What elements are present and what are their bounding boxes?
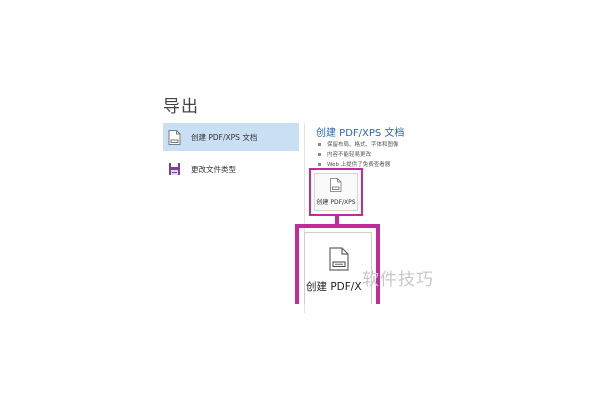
menu-item-label: 创建 PDF/XPS 文档 <box>191 132 258 142</box>
button-label: 创建 PDF/XPS <box>316 199 356 206</box>
watermark-text: 软件技巧 <box>362 270 434 290</box>
menu-item-label: 更改文件类型 <box>191 164 236 174</box>
zoomed-button-label: 创建 PDF/X <box>306 281 362 293</box>
pdf-document-icon <box>329 247 349 271</box>
change-file-type-icon <box>168 162 181 177</box>
pdf-document-icon <box>330 178 342 192</box>
bullet-icon <box>318 152 321 156</box>
page-title: 导出 <box>163 97 199 117</box>
bullet-icon <box>318 162 321 166</box>
highlight-box: 创建 PDF/XPS <box>309 168 363 216</box>
export-options-list: 创建 PDF/XPS 文档 更改文件类型 <box>163 123 299 183</box>
list-item: 保留布局、格式、字体和图像 <box>318 139 399 149</box>
feature-list: 保留布局、格式、字体和图像 内容不能轻易更改 Web 上提供了免费查看器 <box>318 139 399 169</box>
create-pdf-xps-button[interactable]: 创建 PDF/XPS <box>314 173 358 211</box>
bullet-icon <box>318 142 321 146</box>
zoom-callout-box: 创建 PDF/X <box>295 224 380 304</box>
list-item: 内容不能轻易更改 <box>318 149 399 159</box>
menu-item-create-pdf-xps[interactable]: 创建 PDF/XPS 文档 <box>163 123 299 151</box>
export-backstage: 导出 创建 PDF/XPS 文档 更改文件类型 创建 PDF/XPS 文档 保留… <box>0 0 600 400</box>
pdf-document-icon <box>168 129 181 145</box>
menu-item-change-file-type[interactable]: 更改文件类型 <box>163 155 299 183</box>
section-title: 创建 PDF/XPS 文档 <box>316 128 405 139</box>
